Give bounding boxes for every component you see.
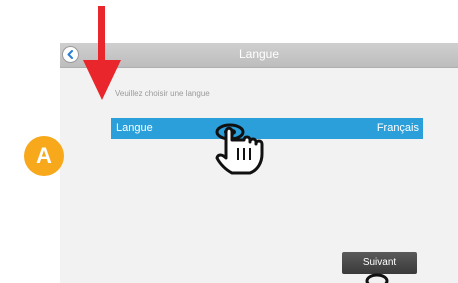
step-marker: A: [24, 136, 64, 176]
language-prompt: Veuillez choisir une langue: [115, 89, 210, 98]
tap-hand-icon: [215, 123, 264, 175]
language-label: Langue: [116, 122, 153, 134]
touch-indicator-icon: [365, 273, 389, 283]
stage: Langue Veuillez choisir une langue Langu…: [0, 0, 458, 283]
next-button[interactable]: Suivant: [342, 252, 417, 274]
down-arrow-icon: [83, 6, 121, 100]
language-value: Français: [376, 122, 419, 134]
